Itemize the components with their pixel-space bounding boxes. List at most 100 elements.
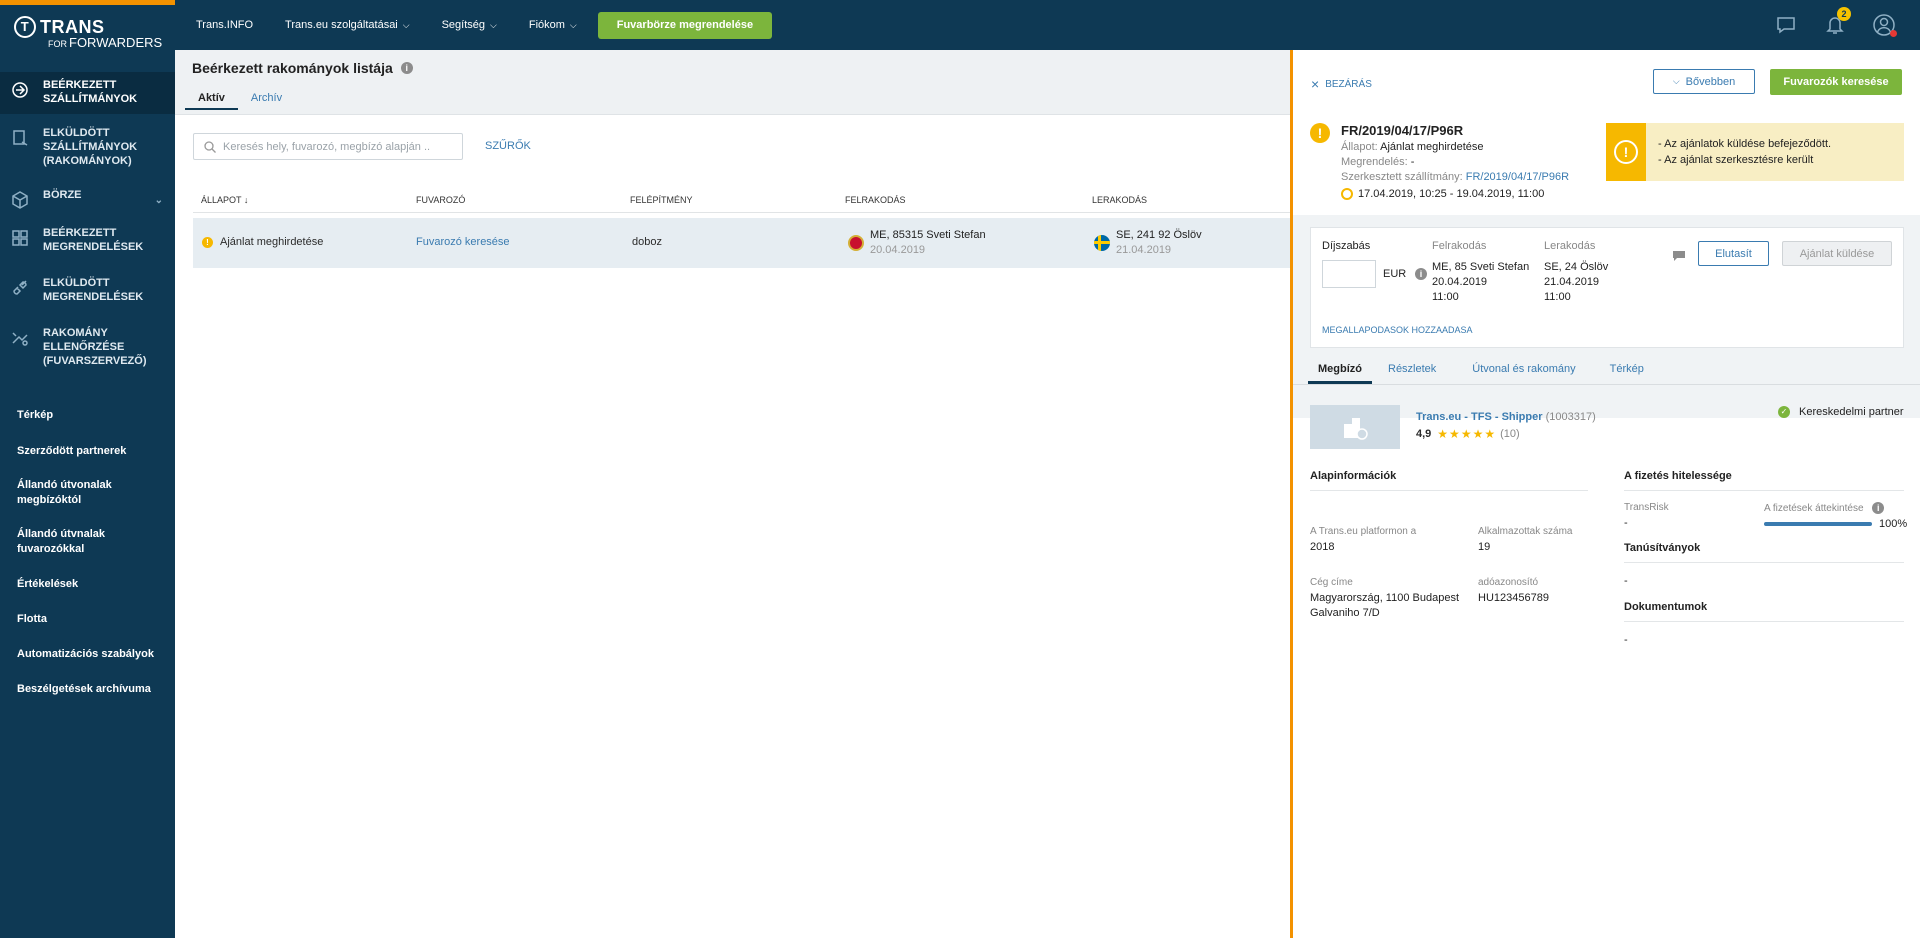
app-logo[interactable]: T TRANS FOR FORWARDERS: [14, 16, 164, 50]
montenegro-flag-icon: [848, 235, 864, 251]
row-unloading-date: 21.04.2019: [1116, 244, 1172, 256]
table-header: ÁLLAPOT ↓ FUVAROZÓ FELÉPÍTMÉNY FELRAKODÁ…: [193, 187, 1290, 213]
sidebar-item-routes-from-shippers[interactable]: Állandó útvonalak megbízóktól: [0, 478, 135, 527]
status-dot: [1890, 30, 1897, 37]
address-label: Cég címe: [1310, 577, 1353, 588]
column-status[interactable]: ÁLLAPOT ↓: [201, 195, 248, 205]
tab-archive[interactable]: Archív: [238, 92, 295, 110]
more-button[interactable]: ⌵ Bővebben: [1653, 69, 1755, 94]
divider: [1624, 562, 1904, 563]
column-loading: FELRAKODÁS: [845, 195, 906, 205]
sidebar-secondary-nav: Térkép Szerződött partnerek Állandó útvo…: [0, 408, 175, 717]
payments-overview-label: A fizetések áttekintése i: [1764, 502, 1885, 514]
row-body-type: doboz: [632, 236, 662, 248]
sidebar-item-sent-shipments[interactable]: ELKÜLDÖTT SZÁLLÍTMÁNYOK (RAKOMÁNYOK): [0, 120, 175, 178]
bell-icon[interactable]: 2: [1822, 7, 1851, 38]
status-alert: ! - Az ajánlatok küldése befejeződött. -…: [1606, 123, 1904, 181]
search-icon: [203, 140, 217, 154]
column-unloading: LERAKODÁS: [1092, 195, 1148, 205]
user-avatar-icon[interactable]: [1871, 12, 1897, 38]
alert-text: - Az ajánlatok küldése befejeződött. - A…: [1658, 136, 1831, 168]
date-range-text: 17.04.2019, 10:25 - 19.04.2019, 11:00: [1358, 188, 1545, 200]
company-name-link[interactable]: Trans.eu - TFS - Shipper: [1416, 411, 1543, 423]
chevron-down-icon[interactable]: ⌄: [155, 194, 163, 208]
review-count[interactable]: (10): [1500, 428, 1520, 440]
tab-route-and-load[interactable]: Útvonal és rakomány: [1462, 363, 1585, 384]
sidebar-item-label: ELKÜLDÖTT MEGRENDELÉSEK: [43, 277, 144, 303]
price-input[interactable]: [1322, 260, 1376, 288]
basic-info-title: Alapinformációk: [1310, 470, 1397, 482]
info-icon[interactable]: i: [1415, 268, 1427, 280]
add-agreements-link[interactable]: MEGALLAPODASOK HOZZAADASA: [1322, 325, 1473, 335]
sidebar-item-contracted-partners[interactable]: Szerződött partnerek: [0, 444, 175, 478]
sidebar-item-sent-orders[interactable]: ELKÜLDÖTT MEGRENDELÉSEK: [0, 270, 175, 314]
tab-details[interactable]: Részletek: [1378, 363, 1446, 384]
sidebar-item-incoming-shipments[interactable]: BEÉRKEZETT SZÁLLÍTMÁNYOK: [0, 72, 175, 114]
documents-value: -: [1624, 634, 1628, 646]
edited-shipment-link[interactable]: FR/2019/04/17/P96R: [1466, 171, 1569, 183]
sidebar-item-fleet[interactable]: Flotta: [0, 612, 175, 647]
logo-sub-small: FOR: [48, 39, 67, 49]
order-exchange-button[interactable]: Fuvarbörze megrendelése: [597, 11, 773, 39]
tab-map[interactable]: Térkép: [1600, 363, 1654, 384]
comment-icon[interactable]: [1672, 250, 1686, 262]
commercial-partner-badge: ✓ Kereskedelmi partner: [1778, 406, 1904, 418]
search-input[interactable]: [223, 140, 453, 153]
sidebar-accent-bar: [0, 0, 175, 5]
sidebar-item-routes-with-carriers[interactable]: Állandó útvnalak fuvarozókkal: [0, 527, 125, 577]
offer-unloading-time: 11:00: [1544, 291, 1571, 303]
reject-button[interactable]: Elutasít: [1698, 241, 1769, 266]
status-value: Ajánlat meghirdetése: [1380, 141, 1484, 153]
chevron-down-icon: ⌵: [402, 19, 410, 30]
top-link-label: Segítség: [441, 19, 486, 31]
page-title-text: Beérkezett rakományok listája: [192, 60, 393, 76]
rating-value: 4,9: [1416, 428, 1432, 440]
top-link-trans-info[interactable]: Trans.INFO: [196, 19, 253, 31]
sidebar-item-automation-rules[interactable]: Automatizációs szabályok: [0, 647, 175, 682]
info-icon[interactable]: i: [1872, 502, 1885, 514]
row-find-carrier-link[interactable]: Fuvarozó keresése: [416, 236, 510, 248]
sidebar-item-map[interactable]: Térkép: [0, 408, 175, 444]
sidebar-item-label: BEÉRKEZETT SZÁLLÍTMÁNYOK: [43, 79, 138, 105]
panel-tabs: Megbízó Részletek Útvonal és rakomány Té…: [1308, 363, 1660, 384]
platform-since-value: 2018: [1310, 541, 1335, 553]
sidebar-item-label: BÖRZE: [43, 189, 82, 201]
row-unloading-place: SE, 241 92 Öslöv: [1116, 229, 1202, 241]
offer-loading: ME, 85 Sveti Stefan 20.04.2019 11:00: [1432, 260, 1529, 305]
table-row[interactable]: ! Ajánlat meghirdetése Fuvarozó keresése …: [193, 218, 1290, 268]
check-icon: ✓: [1778, 406, 1790, 418]
filters-button[interactable]: SZŰRŐK: [485, 140, 531, 152]
sidebar-item-load-check[interactable]: RAKOMÁNY ELLENŐRZÉSE (FUVARSZERVEZŐ): [0, 320, 175, 378]
exchange-box-icon: [10, 190, 30, 210]
column-body-type: FELÉPÍTMÉNY: [630, 195, 693, 205]
chat-icon[interactable]: [1773, 12, 1799, 38]
logo-t-icon: T: [14, 16, 36, 38]
star-rating-icon: ★★★★★: [1437, 427, 1497, 441]
sidebar-item-exchange[interactable]: BÖRZE ⌄: [0, 182, 175, 212]
row-status: ! Ajánlat meghirdetése: [202, 236, 323, 248]
top-link-label: Trans.eu szolgáltatásai: [285, 19, 398, 31]
close-panel-button[interactable]: × BEZÁRÁS: [1311, 76, 1372, 92]
address-value: Magyarország, 1100 Budapest Galvaniho 7/…: [1310, 591, 1459, 621]
shipment-detail-panel: × BEZÁRÁS ⌵ Bővebben Fuvarozók keresése …: [1290, 50, 1920, 938]
find-carriers-button[interactable]: Fuvarozók keresése: [1770, 69, 1902, 95]
sidebar-item-ratings[interactable]: Értékelések: [0, 577, 175, 612]
transrisk-label: TransRisk: [1624, 502, 1669, 513]
sidebar-item-chat-archive[interactable]: Beszélgetések archívuma: [0, 682, 175, 717]
top-link-services[interactable]: Trans.eu szolgáltatásai ⌵: [285, 19, 410, 31]
sidebar-item-incoming-orders[interactable]: BEÉRKEZETT MEGRENDELÉSEK: [0, 220, 175, 264]
load-check-icon: [10, 328, 30, 348]
tab-active[interactable]: Aktív: [185, 92, 238, 110]
info-icon[interactable]: i: [400, 62, 413, 74]
top-bar: Trans.INFO Trans.eu szolgáltatásai ⌵ Segí…: [175, 0, 1920, 50]
alert-line: - Az ajánlat szerkesztésre került: [1658, 154, 1814, 166]
send-offer-button[interactable]: Ajánlat küldése: [1782, 241, 1892, 266]
tab-shipper[interactable]: Megbízó: [1308, 363, 1372, 384]
company-id: (1003317): [1545, 411, 1596, 423]
sidebar-item-label: RAKOMÁNY ELLENŐRZÉSE (FUVARSZERVEZŐ): [43, 327, 147, 367]
page-title: Beérkezett rakományok listája i: [192, 60, 413, 76]
sent-orders-icon: [10, 278, 30, 298]
top-link-help[interactable]: Segítség ⌵: [442, 19, 497, 31]
order-label: Megrendelés:: [1341, 156, 1408, 168]
top-link-account[interactable]: Fiókom ⌵: [529, 19, 577, 31]
